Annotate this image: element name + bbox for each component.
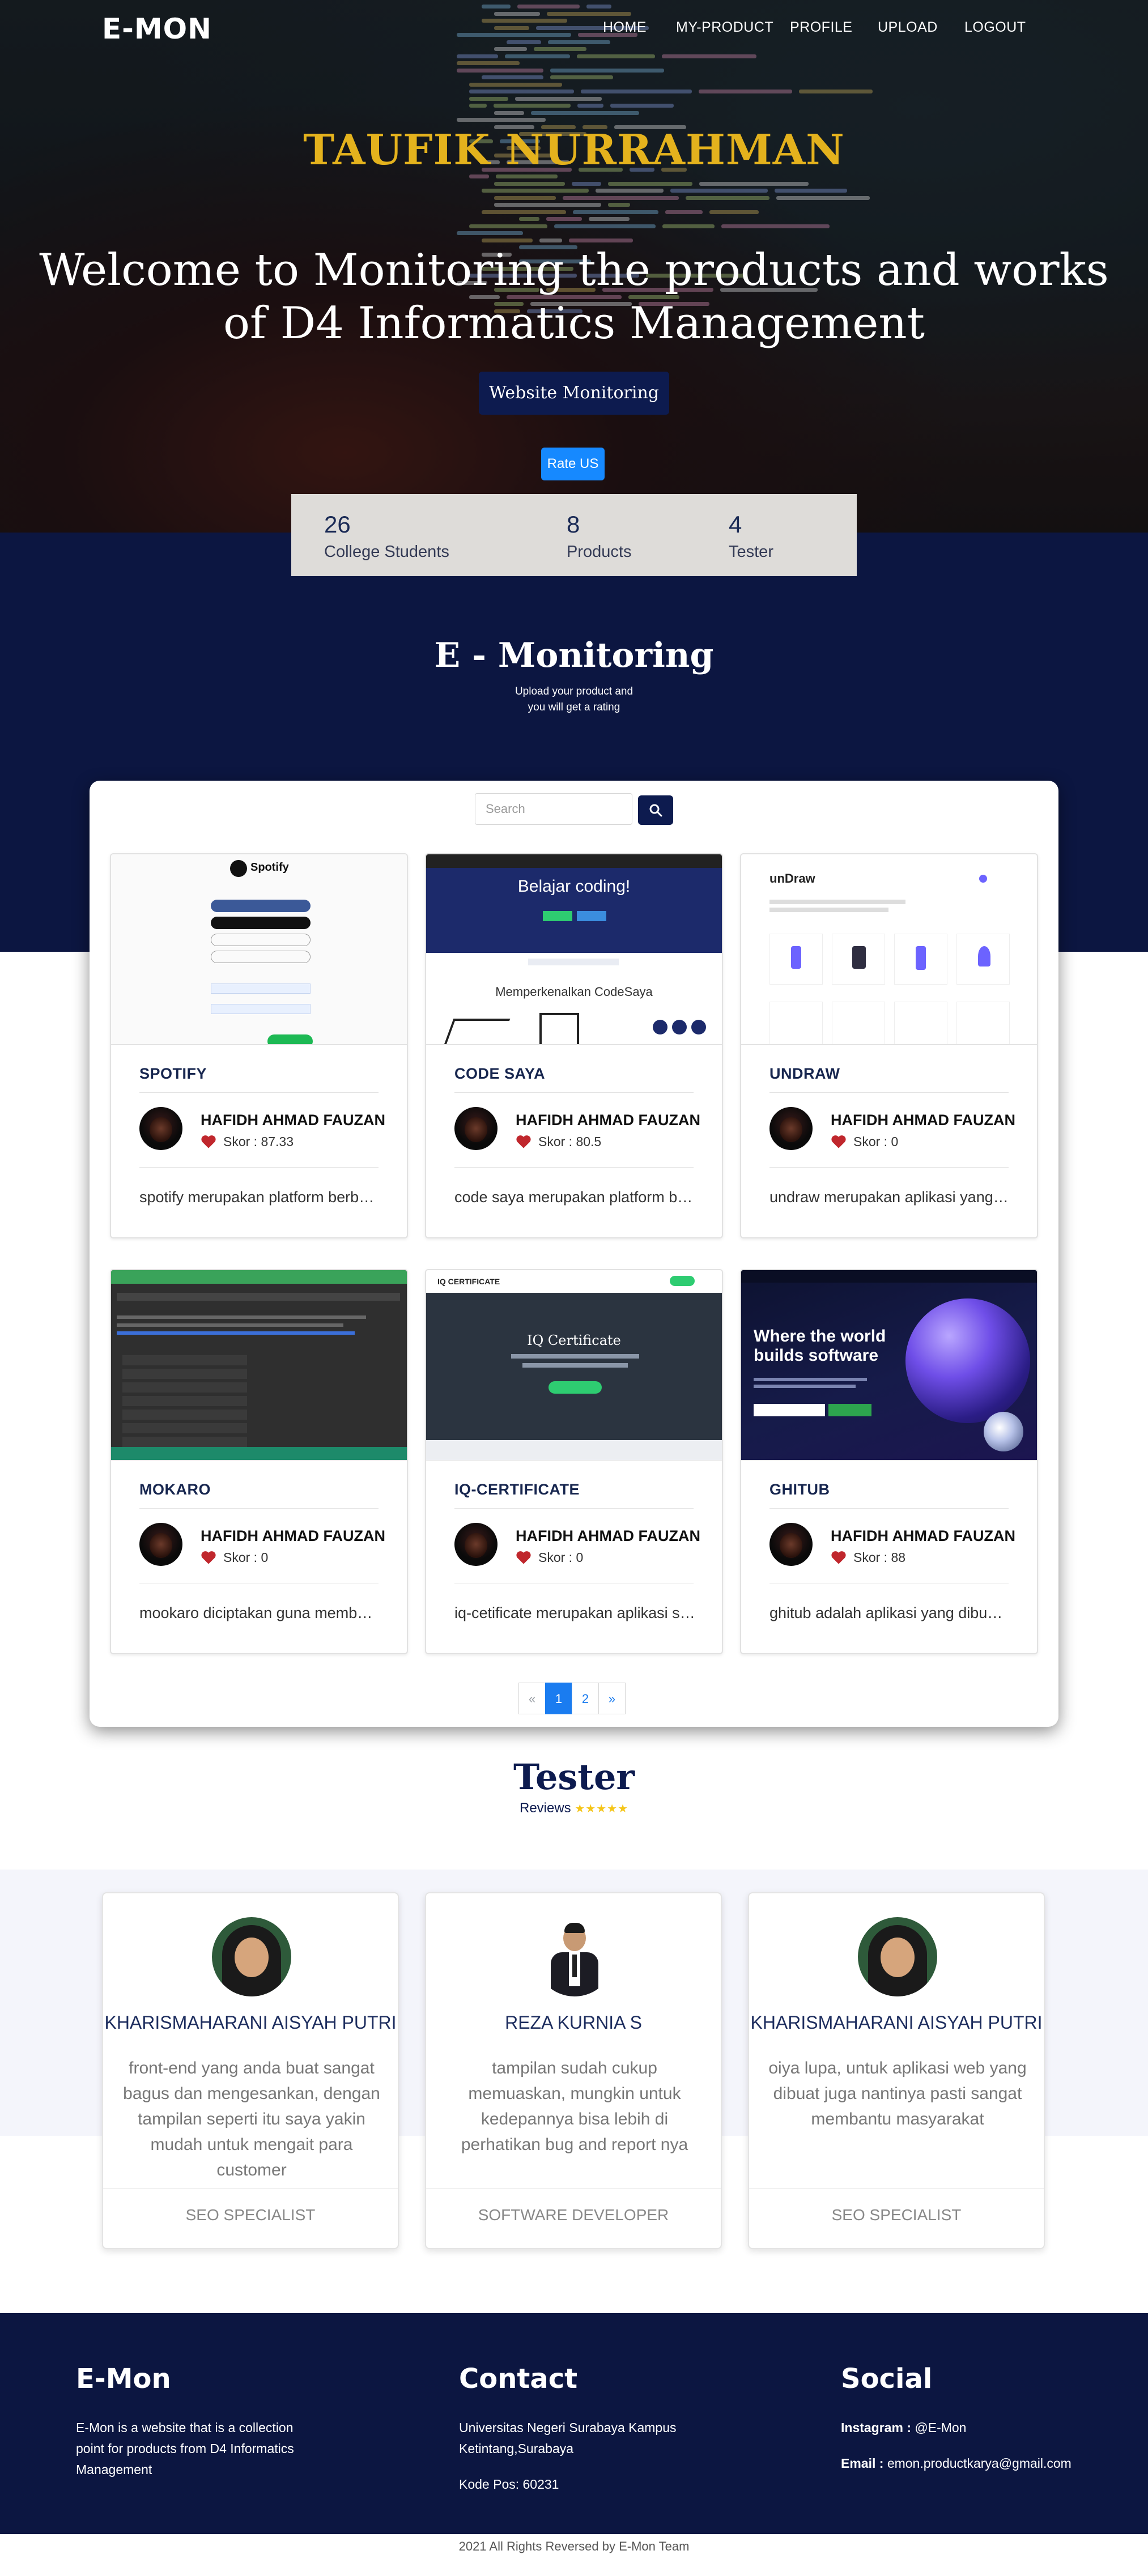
pagination-prev[interactable]: « (518, 1683, 546, 1714)
footer-about: E-Mon E-Mon is a website that is a colle… (76, 2363, 294, 2477)
instagram-link[interactable]: Instagram : @E-Mon (841, 2417, 1102, 2438)
footer-social: Social Instagram : @E-Mon Email : emon.p… (841, 2363, 1102, 2474)
stats-bar: 26 College Students 8 Products 4 Tester (291, 494, 857, 576)
product-name[interactable]: IQ-CERTIFICATE (454, 1481, 580, 1498)
search-icon (649, 804, 662, 817)
product-score: Skor : 80.5 (538, 1134, 602, 1149)
product-name[interactable]: MOKARO (139, 1481, 211, 1498)
avatar (139, 1107, 182, 1150)
product-thumbnail-mokaro (111, 1270, 407, 1461)
product-score: Skor : 88 (853, 1550, 906, 1565)
star-rating-icon: ★★★★★ (575, 1803, 629, 1815)
reviewer-name: KHARISMAHARANI AISYAH PUTRI (750, 2012, 1043, 2033)
hero-title: Welcome to Monitoring the products and w… (39, 245, 1109, 349)
stat-products: 8 Products (567, 511, 632, 561)
product-description: mookaro diciptakan guna membantu (139, 1604, 381, 1621)
stat-tester: 4 Tester (729, 511, 773, 561)
footer-contact: Contact Universitas Negeri Surabaya Kamp… (459, 2363, 677, 2492)
reviewer-photo-suit (535, 1917, 614, 1996)
heart-icon (831, 1135, 846, 1148)
avatar (454, 1523, 498, 1566)
avatar (769, 1523, 813, 1566)
product-description: spotify merupakan platform berbasis musi… (139, 1189, 381, 1206)
product-thumbnail-codesaya: Belajar coding! Memperkenalkan CodeSaya (426, 854, 722, 1045)
product-description: code saya merupakan platform belajar cod… (454, 1189, 696, 1206)
reviewer-name: KHARISMAHARANI AISYAH PUTRI (104, 2012, 397, 2033)
product-owner: HAFIDH AHMAD FAUZAN (831, 1527, 1015, 1544)
stat-students: 26 College Students (324, 511, 449, 561)
review-card: KHARISMAHARANI AISYAH PUTRI oiya lupa, u… (748, 1892, 1045, 2249)
search-button[interactable] (638, 795, 673, 825)
heart-icon (516, 1551, 531, 1564)
avatar (139, 1523, 182, 1566)
product-description: ghitub adalah aplikasi yang dibuat untuk (769, 1604, 1011, 1621)
reviewer-role: SEO SPECIALIST (831, 2206, 962, 2224)
reviewer-role: SEO SPECIALIST (185, 2206, 316, 2224)
nav-profile[interactable]: PROFILE (790, 19, 852, 36)
email-link[interactable]: Email : emon.productkarya@gmail.com (841, 2453, 1102, 2474)
review-card: REZA KURNIA S tampilan sudah cukup memua… (425, 1892, 722, 2249)
product-card[interactable]: Belajar coding! Memperkenalkan CodeSaya … (425, 853, 723, 1238)
product-card[interactable]: Spotify SPOTIFY HAFIDH AHMAD FAUZAN Skor… (110, 853, 408, 1238)
nav-home[interactable]: HOME (603, 19, 647, 36)
heart-icon (201, 1551, 216, 1564)
pagination-next[interactable]: » (598, 1683, 626, 1714)
product-thumbnail-github: Where the world builds software (741, 1270, 1037, 1461)
product-score: Skor : 0 (538, 1550, 584, 1565)
product-owner: HAFIDH AHMAD FAUZAN (516, 1527, 700, 1544)
reviewer-name: REZA KURNIA S (505, 2012, 642, 2033)
product-thumbnail-iqcert: IQ CERTIFICATE IQ Certificate (426, 1270, 722, 1461)
product-name[interactable]: SPOTIFY (139, 1065, 207, 1083)
product-owner: HAFIDH AHMAD FAUZAN (201, 1527, 385, 1544)
review-text: oiya lupa, untuk aplikasi web yang dibua… (768, 2059, 1027, 2128)
product-score: Skor : 87.33 (223, 1134, 294, 1149)
product-description: undraw merupakan aplikasi yang menyediak… (769, 1189, 1011, 1206)
top-nav: HOME MY-PRODUCT PROFILE UPLOAD LOGOUT (0, 19, 1148, 42)
product-panel: Spotify SPOTIFY HAFIDH AHMAD FAUZAN Skor… (90, 781, 1058, 1727)
reviewer-photo-hijab (212, 1917, 291, 1996)
nav-upload[interactable]: UPLOAD (878, 19, 938, 36)
product-owner: HAFIDH AHMAD FAUZAN (831, 1112, 1015, 1129)
product-thumbnail-undraw: unDraw (741, 854, 1037, 1045)
search-input[interactable] (475, 793, 632, 825)
pagination: « 1 2 » (518, 1683, 626, 1714)
heart-icon (831, 1551, 846, 1564)
website-monitoring-button[interactable]: Website Monitoring (479, 372, 669, 415)
heart-icon (516, 1135, 531, 1148)
product-card[interactable]: IQ CERTIFICATE IQ Certificate IQ-CERTIFI… (425, 1269, 723, 1654)
product-name[interactable]: CODE SAYA (454, 1065, 545, 1083)
review-text: tampilan sudah cukup memuaskan, mungkin … (461, 2059, 688, 2154)
product-card[interactable]: MOKARO HAFIDH AHMAD FAUZAN Skor : 0 mook… (110, 1269, 408, 1654)
product-card[interactable]: unDraw UNDRAW HAFIDH AHMAD FAUZAN Skor :… (740, 853, 1038, 1238)
product-score: Skor : 0 (853, 1134, 899, 1149)
copyright-text: 2021 All Rights Reversed by E-Mon Team (458, 2539, 690, 2553)
avatar (454, 1107, 498, 1150)
section-subtitle-monitoring: Upload your product and you will get a r… (515, 685, 633, 713)
reviewer-photo-hijab (858, 1917, 937, 1996)
review-card: KHARISMAHARANI AISYAH PUTRI front-end ya… (102, 1892, 399, 2249)
footer: E-Mon E-Mon is a website that is a colle… (0, 2313, 1148, 2534)
product-name[interactable]: GHITUB (769, 1481, 830, 1498)
section-subtitle-reviews: Reviews ★★★★★ (519, 1800, 629, 1816)
nav-my-product[interactable]: MY-PRODUCT (676, 19, 773, 36)
pagination-page-1[interactable]: 1 (545, 1683, 572, 1714)
heart-icon (201, 1135, 216, 1148)
nav-logout[interactable]: LOGOUT (964, 19, 1026, 36)
product-owner: HAFIDH AHMAD FAUZAN (516, 1112, 700, 1129)
section-title-monitoring: E - Monitoring (434, 636, 714, 675)
product-description: iq-cetificate merupakan aplikasi sertifi… (454, 1604, 696, 1621)
hero-name: TAUFIK NURRAHMAN (303, 126, 845, 174)
pagination-page-2[interactable]: 2 (572, 1683, 599, 1714)
section-title-tester: Tester (513, 1756, 635, 1798)
product-owner: HAFIDH AHMAD FAUZAN (201, 1112, 385, 1129)
product-score: Skor : 0 (223, 1550, 269, 1565)
product-name[interactable]: UNDRAW (769, 1065, 840, 1083)
review-text: front-end yang anda buat sangat bagus da… (123, 2059, 380, 2179)
product-thumbnail-spotify: Spotify (111, 854, 407, 1045)
product-card[interactable]: Where the world builds software GHITUB H… (740, 1269, 1038, 1654)
avatar (769, 1107, 813, 1150)
reviewer-role: SOFTWARE DEVELOPER (478, 2206, 669, 2224)
rate-us-button[interactable]: Rate US (541, 448, 605, 480)
